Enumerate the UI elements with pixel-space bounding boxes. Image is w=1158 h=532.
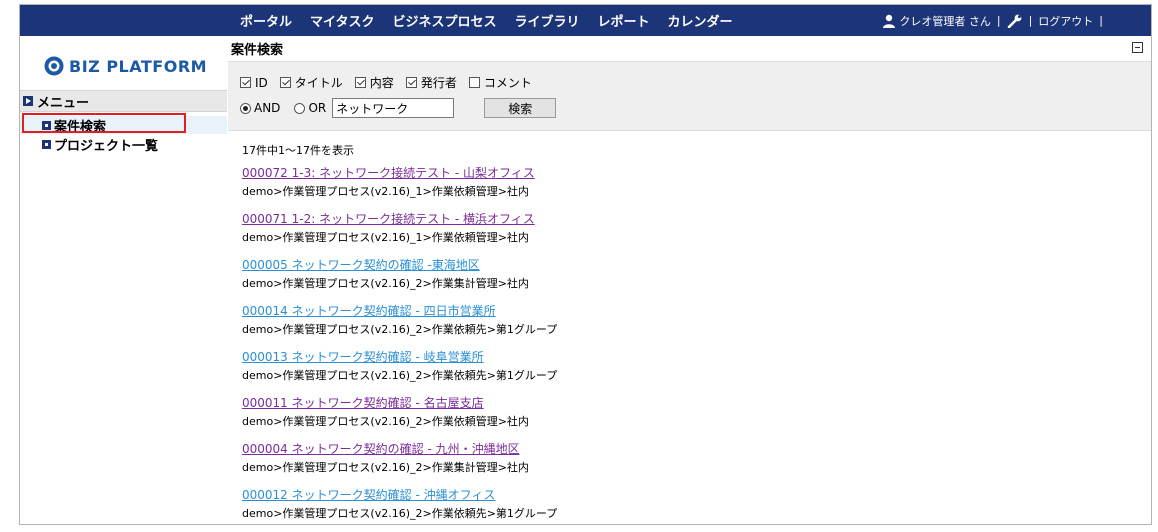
sidebar-item-case-search[interactable]: 案件検索 [20, 116, 227, 135]
search-fields: ID タイトル 内容 発行者 コメント [240, 74, 544, 91]
checkbox-issuer[interactable]: 発行者 [405, 74, 457, 91]
sidebar-item-project-list[interactable]: プロジェクト一覧 [20, 135, 227, 154]
search-options: AND OR 検索 [240, 98, 557, 118]
app-frame: ポータル マイタスク ビジネスプロセス ライブラリ レポート カレンダー クレオ… [19, 4, 1152, 525]
checkbox-checked-icon [354, 77, 366, 88]
bullet-icon [42, 139, 51, 149]
result-path: demo>作業管理プロセス(v2.16)_2>作業依頼先>第1グループ [242, 507, 558, 520]
result-path: demo>作業管理プロセス(v2.16)_2>作業依頼先>第1グループ [242, 369, 558, 382]
logo-mark-icon [44, 56, 64, 76]
radio-label: AND [254, 101, 281, 115]
bullet-icon [42, 120, 51, 130]
separator: | [1028, 14, 1033, 27]
logout-link[interactable]: ログアウト [1038, 13, 1093, 29]
nav-business-process[interactable]: ビジネスプロセス [393, 11, 497, 30]
logo-text: BIZ PLATFORM [69, 56, 208, 76]
logo: BIZ PLATFORM [44, 54, 207, 78]
result-path: demo>作業管理プロセス(v2.16)_2>作業集計管理>社内 [242, 461, 529, 474]
checkbox-label: 内容 [369, 76, 394, 90]
result-link[interactable]: 000072 1-3: ネットワーク接続テスト - 山梨オフィス [242, 164, 1122, 183]
checkbox-id[interactable]: ID [240, 76, 268, 90]
user-area: クレオ管理者 さん | | ログアウト | [882, 5, 1109, 36]
checkbox-checked-icon [240, 77, 251, 88]
result-link[interactable]: 000011 ネットワーク契約確認 - 名古屋支店 [242, 394, 1122, 413]
result-path: demo>作業管理プロセス(v2.16)_2>作業集計管理>社内 [242, 277, 529, 290]
nav-portal[interactable]: ポータル [240, 11, 292, 30]
collapse-icon[interactable] [1132, 42, 1143, 53]
arrow-right-icon [23, 96, 33, 106]
sidebar-item-label: 案件検索 [54, 119, 107, 135]
top-nav-bar: ポータル マイタスク ビジネスプロセス ライブラリ レポート カレンダー クレオ… [20, 5, 1151, 36]
list-item: 000013 ネットワーク契約確認 - 岐阜営業所 demo>作業管理プロセス(… [242, 348, 1122, 394]
nav-calendar[interactable]: カレンダー [668, 11, 733, 30]
result-path: demo>作業管理プロセス(v2.16)_1>作業依頼管理>社内 [242, 185, 529, 198]
sidebar-item-label: プロジェクト一覧 [54, 138, 159, 154]
list-item: 000011 ネットワーク契約確認 - 名古屋支店 demo>作業管理プロセス(… [242, 394, 1122, 440]
result-path: demo>作業管理プロセス(v2.16)_1>作業依頼管理>社内 [242, 231, 529, 244]
search-button[interactable]: 検索 [484, 98, 557, 118]
results-list: 000072 1-3: ネットワーク接続テスト - 山梨オフィス demo>作業… [242, 164, 1122, 532]
sidebar: BIZ PLATFORM メニュー 案件検索 プロジェクト一覧 [20, 36, 227, 524]
checkbox-checked-icon [279, 77, 291, 88]
menu-header: メニュー [20, 90, 227, 112]
list-item: 000005 ネットワーク契約の確認 -東海地区 demo>作業管理プロセス(v… [242, 256, 1122, 302]
result-link[interactable]: 000004 ネットワーク契約の確認 - 九州・沖縄地区 [242, 440, 1122, 459]
user-name[interactable]: クレオ管理者 さん [899, 13, 991, 29]
list-item: 000072 1-3: ネットワーク接続テスト - 山梨オフィス demo>作業… [242, 164, 1122, 210]
checkbox-content[interactable]: 内容 [354, 74, 394, 91]
radio-label: OR [308, 101, 327, 115]
separator: | [1099, 14, 1103, 27]
checkbox-title[interactable]: タイトル [279, 74, 343, 91]
main-content: 案件検索 ID タイトル 内容 発行者 コメント AND OR ネットワーク 検… [228, 36, 1151, 524]
list-item: 000012 ネットワーク契約確認 - 沖縄オフィス demo>作業管理プロセス… [242, 486, 1122, 532]
checkbox-label: コメント [483, 76, 532, 90]
list-item: 000071 1-2: ネットワーク接続テスト - 横浜オフィス demo>作業… [242, 210, 1122, 256]
radio-and[interactable]: AND [240, 101, 280, 115]
checkbox-label: タイトル [294, 76, 343, 90]
top-menu: ポータル マイタスク ビジネスプロセス ライブラリ レポート カレンダー [240, 5, 751, 36]
radio-selected-icon [240, 102, 251, 114]
nav-library[interactable]: ライブラリ [515, 11, 580, 30]
result-link[interactable]: 000005 ネットワーク契約の確認 -東海地区 [242, 256, 1122, 275]
result-link[interactable]: 000071 1-2: ネットワーク接続テスト - 横浜オフィス [242, 210, 1122, 229]
wrench-icon[interactable] [1007, 14, 1023, 28]
result-link[interactable]: 000013 ネットワーク契約確認 - 岐阜営業所 [242, 348, 1122, 367]
separator: | [996, 14, 1001, 27]
nav-report[interactable]: レポート [598, 11, 650, 30]
checkbox-comment[interactable]: コメント [468, 74, 532, 91]
radio-unselected-icon [294, 102, 306, 114]
checkbox-label: 発行者 [420, 76, 457, 90]
result-path: demo>作業管理プロセス(v2.16)_2>作業依頼先>第1グループ [242, 323, 558, 336]
checkbox-unchecked-icon [468, 77, 480, 88]
checkbox-label: ID [255, 75, 268, 90]
user-icon [882, 14, 896, 28]
results-count: 17件中1～17件を表示 [242, 144, 354, 157]
page-title: 案件検索 [231, 43, 284, 58]
result-path: demo>作業管理プロセス(v2.16)_2>作業依頼管理>社内 [242, 415, 529, 428]
list-item: 000004 ネットワーク契約の確認 - 九州・沖縄地区 demo>作業管理プロ… [242, 440, 1122, 486]
result-link[interactable]: 000012 ネットワーク契約確認 - 沖縄オフィス [242, 486, 1122, 505]
radio-or[interactable]: OR [294, 101, 326, 115]
list-item: 000014 ネットワーク契約確認 - 四日市営業所 demo>作業管理プロセス… [242, 302, 1122, 348]
search-input[interactable] [332, 98, 455, 118]
search-panel: ID タイトル 内容 発行者 コメント AND OR ネットワーク 検索 [228, 61, 1151, 131]
checkbox-checked-icon [405, 77, 417, 88]
menu-header-label: メニュー [37, 95, 90, 111]
nav-my-tasks[interactable]: マイタスク [310, 11, 374, 30]
result-link[interactable]: 000014 ネットワーク契約確認 - 四日市営業所 [242, 302, 1122, 321]
